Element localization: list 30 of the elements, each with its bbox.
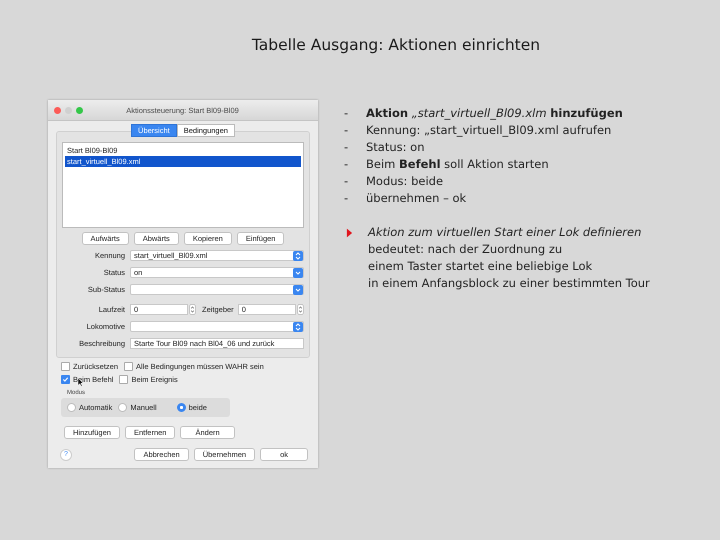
stepper-icon[interactable] xyxy=(189,304,196,315)
bullet-dash: - xyxy=(344,156,350,173)
bullet-dash: - xyxy=(344,105,350,122)
note-text: in einem Anfangsblock zu einer bestimmten Tour xyxy=(368,275,650,292)
checkbox-icon[interactable] xyxy=(61,375,70,384)
triangle-bullet-icon xyxy=(346,227,353,239)
dropdown-field[interactable] xyxy=(130,321,304,332)
checkbox-icon[interactable] xyxy=(119,375,128,384)
note-text: einem Taster startet eine beliebige Lok xyxy=(368,258,594,275)
bullet-text: Beim Befehl soll Aktion starten xyxy=(366,156,549,173)
note-heading: Aktion zum virtuellen Start einer Lok definieren xyxy=(368,224,642,241)
bullet-text: übernehmen – ok xyxy=(366,190,466,207)
bullet-dash: - xyxy=(344,190,350,207)
bullet-text: Kennung: „start_virtuell_Bl09.xml aufrufen xyxy=(366,122,612,139)
slide-title: Tabelle Ausgang: Aktionen einrichten xyxy=(250,36,542,56)
bullet-dash: - xyxy=(344,173,350,190)
radio-icon[interactable] xyxy=(176,403,186,412)
checkbox-icon[interactable] xyxy=(61,362,70,371)
bullet-dash: - xyxy=(344,122,350,139)
bullet-text: Aktion „start_virtuell_Bl09.xlm hinzufügen xyxy=(366,105,623,122)
window-controls-icon[interactable] xyxy=(54,106,83,114)
note-text: bedeutet: nach der Zuordnung zu xyxy=(368,241,564,258)
checkbox-icon[interactable] xyxy=(124,362,134,371)
dropdown-field[interactable] xyxy=(130,284,304,295)
stepper-icon[interactable] xyxy=(296,304,304,315)
radio-icon[interactable] xyxy=(67,403,76,412)
bullet-text: Modus: beide xyxy=(366,173,444,190)
bullet-text: Status: on xyxy=(366,139,424,156)
bullet-dash: - xyxy=(344,139,350,156)
radio-icon[interactable] xyxy=(118,403,128,412)
